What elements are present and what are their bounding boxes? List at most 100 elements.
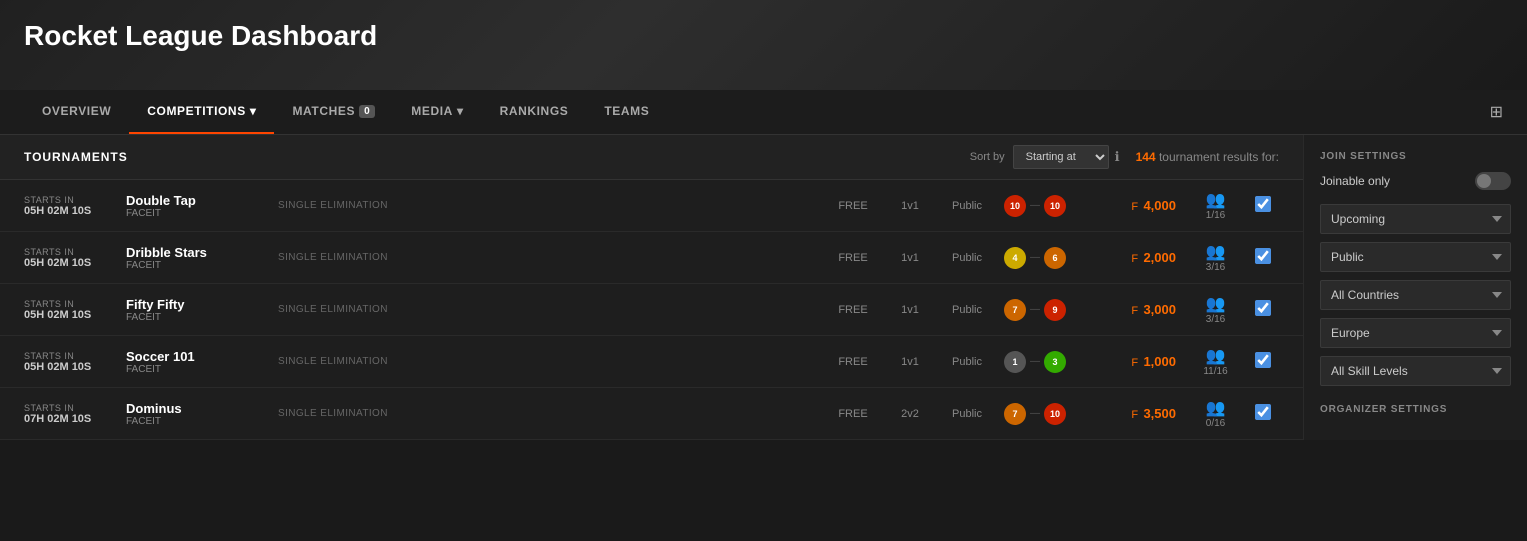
prize-amount: 2,000 [1143,250,1176,265]
skill-select[interactable]: All Skill Levels Beginner Intermediate A… [1320,356,1511,386]
tournament-org: FACEIT [126,312,266,323]
join-checkbox-area[interactable] [1255,404,1279,423]
tournament-org: FACEIT [126,260,266,271]
rating-max: 9 [1044,299,1066,321]
main-content: TOURNAMENTS Sort by Starting at Prize Pa… [0,135,1527,440]
rating-min: 7 [1004,403,1026,425]
region-select[interactable]: Europe North America Asia All Regions [1320,318,1511,348]
starts-label: STARTS IN [24,351,114,361]
join-checkbox[interactable] [1255,404,1271,420]
joinable-only-row: Joinable only [1320,172,1511,190]
tournament-type: SINGLE ELIMINATION [278,304,816,315]
tournament-access: Public [942,252,992,264]
join-checkbox[interactable] [1255,352,1271,368]
tournament-org: FACEIT [126,208,266,219]
tournament-name: Fifty Fifty [126,297,266,312]
country-select[interactable]: All Countries Europe North America Asia [1320,280,1511,310]
tournament-name: Double Tap [126,193,266,208]
sort-by-label: Sort by [970,151,1005,163]
sort-select[interactable]: Starting at Prize Participants [1013,145,1109,169]
chevron-down-icon: ▾ [250,104,257,118]
joinable-toggle[interactable] [1475,172,1511,190]
prize-amount: 3,500 [1143,406,1176,421]
rating-range: 4 — 6 [1004,247,1084,269]
join-checkbox[interactable] [1255,196,1271,212]
tournament-name-block: Dominus FACEIT [126,401,266,427]
nav-item-media[interactable]: Media ▾ [393,90,481,134]
joinable-only-label: Joinable only [1320,174,1390,188]
table-row: STARTS IN 05H 02M 10S Double Tap FACEIT … [0,180,1303,232]
join-checkbox[interactable] [1255,248,1271,264]
starts-info: STARTS IN 05H 02M 10S [24,299,114,321]
starts-info: STARTS IN 05H 02M 10S [24,351,114,373]
join-checkbox-area[interactable] [1255,300,1279,319]
tournament-cost: FREE [828,200,878,212]
tournament-access: Public [942,304,992,316]
participants: 👥 1/16 [1188,190,1243,221]
tournament-type: SINGLE ELIMINATION [278,408,816,419]
tournament-format: 2v2 [890,408,930,420]
tournament-list: STARTS IN 05H 02M 10S Double Tap FACEIT … [0,180,1303,440]
access-select[interactable]: Public Private All [1320,242,1511,272]
page-title: Rocket League Dashboard [24,20,1503,52]
tournament-cost: FREE [828,304,878,316]
results-text: 144 tournament results for: [1136,150,1279,164]
participants-count: 0/16 [1188,418,1243,429]
participants-icon: 👥 [1188,346,1243,366]
table-row: STARTS IN 05H 02M 10S Fifty Fifty FACEIT… [0,284,1303,336]
info-icon[interactable]: ℹ [1115,149,1120,165]
prize: F 2,000 [1096,250,1176,265]
rating-range: 7 — 10 [1004,403,1084,425]
prize-amount: 4,000 [1143,198,1176,213]
tournament-org: FACEIT [126,416,266,427]
nav-item-competitions[interactable]: Competitions ▾ [129,90,274,134]
tournament-format: 1v1 [890,200,930,212]
rating-min: 1 [1004,351,1026,373]
tournament-name: Dribble Stars [126,245,266,260]
starts-time: 05H 02M 10S [24,309,114,321]
nav-item-rankings[interactable]: Rankings [482,90,587,134]
join-checkbox-area[interactable] [1255,248,1279,267]
prize-currency: F [1131,305,1138,317]
nav-item-teams[interactable]: Teams [586,90,667,134]
participants-count: 11/16 [1188,366,1243,377]
tournament-name: Dominus [126,401,266,416]
right-sidebar: JOIN SETTINGS Joinable only Upcoming Ong… [1303,135,1527,440]
rating-range: 1 — 3 [1004,351,1084,373]
rating-max: 10 [1044,195,1066,217]
prize-amount: 1,000 [1143,354,1176,369]
table-row: STARTS IN 07H 02M 10S Dominus FACEIT SIN… [0,388,1303,440]
participants: 👥 11/16 [1188,346,1243,377]
rating-max: 10 [1044,403,1066,425]
matches-badge: 0 [359,105,375,118]
grid-view-icon[interactable]: ⊞ [1490,102,1503,122]
participants: 👥 3/16 [1188,294,1243,325]
join-checkbox-area[interactable] [1255,352,1279,371]
results-count: 144 [1136,150,1156,164]
tournament-cost: FREE [828,252,878,264]
tournament-name-block: Fifty Fifty FACEIT [126,297,266,323]
tournaments-section: TOURNAMENTS Sort by Starting at Prize Pa… [0,135,1303,440]
starts-info: STARTS IN 07H 02M 10S [24,403,114,425]
prize-currency: F [1131,357,1138,369]
chevron-down-icon: ▾ [457,104,464,118]
rating-min: 4 [1004,247,1026,269]
rating-dash: — [1030,304,1040,315]
tournament-access: Public [942,408,992,420]
prize: F 3,500 [1096,406,1176,421]
participants-icon: 👥 [1188,294,1243,314]
rating-dash: — [1030,356,1040,367]
starts-label: STARTS IN [24,403,114,413]
tournament-type: SINGLE ELIMINATION [278,200,816,211]
tournament-name-block: Soccer 101 FACEIT [126,349,266,375]
timing-select[interactable]: Upcoming Ongoing Completed [1320,204,1511,234]
nav-item-overview[interactable]: Overview [24,90,129,134]
rating-dash: — [1030,200,1040,211]
participants: 👥 0/16 [1188,398,1243,429]
join-checkbox-area[interactable] [1255,196,1279,215]
participants-icon: 👥 [1188,242,1243,262]
nav-item-matches[interactable]: Matches 0 [274,90,393,134]
tournament-name-block: Dribble Stars FACEIT [126,245,266,271]
join-checkbox[interactable] [1255,300,1271,316]
rating-range: 7 — 9 [1004,299,1084,321]
